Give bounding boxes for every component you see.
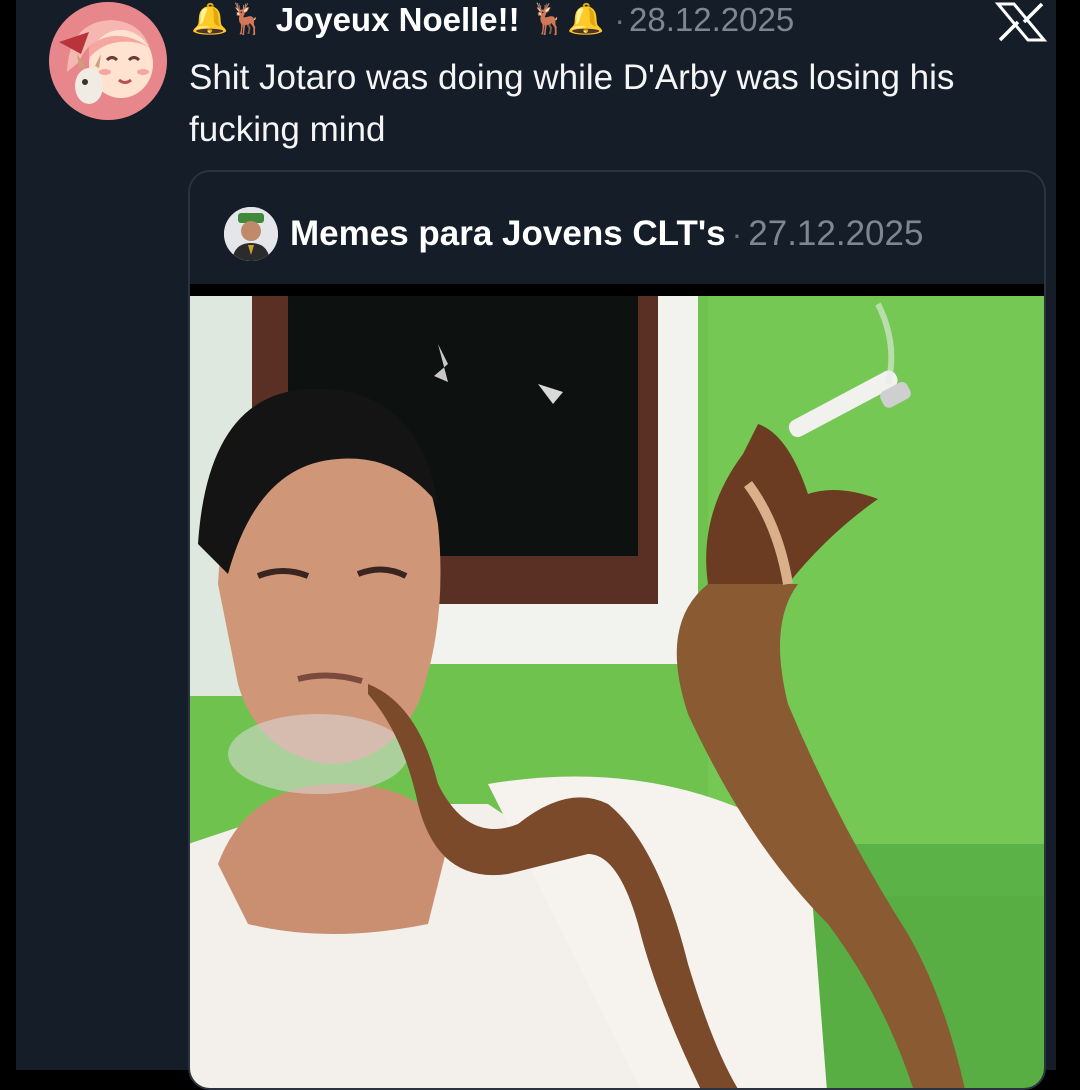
quoted-post-image[interactable] bbox=[190, 284, 1044, 1088]
bell-icon: 🔔 bbox=[567, 2, 605, 37]
quoted-author-avatar[interactable] bbox=[224, 207, 278, 261]
quoted-post[interactable]: Memes para Jovens CLT's · 27.12.2025 bbox=[188, 170, 1046, 1090]
person-avatar-icon bbox=[224, 207, 278, 261]
x-logo-icon[interactable] bbox=[994, 0, 1048, 44]
post-card[interactable]: 🔔 🦌 Joyeux Noelle!! 🦌 🔔 · 28.12.2025 Shi… bbox=[16, 0, 1056, 1090]
deer-icon: 🦌 bbox=[228, 2, 266, 37]
post-header: 🔔 🦌 Joyeux Noelle!! 🦌 🔔 · 28.12.2025 bbox=[191, 0, 794, 40]
separator-dot: · bbox=[614, 1, 626, 38]
author-avatar[interactable] bbox=[49, 2, 167, 120]
quoted-author-name[interactable]: Memes para Jovens CLT's bbox=[290, 214, 726, 254]
post-text: Shit Jotaro was doing while D'Arby was l… bbox=[189, 58, 955, 149]
anime-girl-avatar-icon bbox=[49, 2, 167, 120]
post-date[interactable]: 28.12.2025 bbox=[629, 1, 794, 39]
quoted-post-header: Memes para Jovens CLT's · 27.12.2025 bbox=[224, 202, 923, 266]
bell-icon: 🔔 bbox=[191, 2, 229, 37]
author-name[interactable]: Joyeux Noelle!! bbox=[276, 1, 520, 39]
meme-photo bbox=[190, 284, 1044, 1088]
quoted-post-date[interactable]: 27.12.2025 bbox=[748, 214, 923, 254]
deer-icon: 🦌 bbox=[529, 2, 567, 37]
separator-dot: · bbox=[731, 215, 743, 252]
